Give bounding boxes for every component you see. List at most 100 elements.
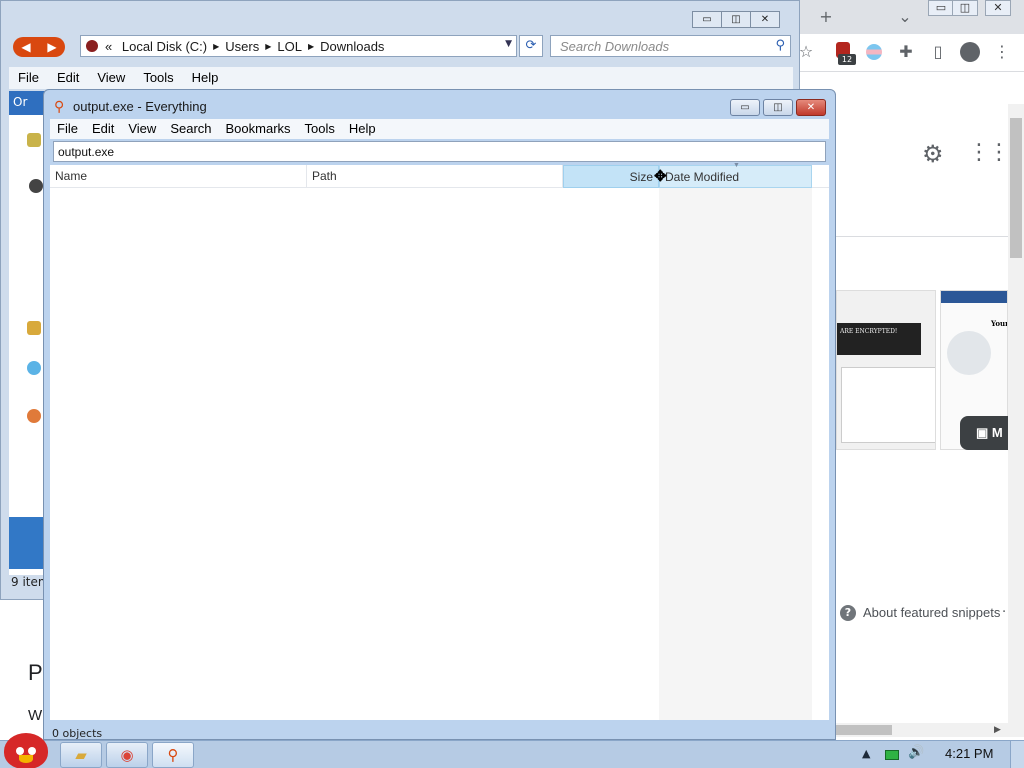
results-list[interactable]: Name Path Size Date Modified ▼ ✥: [50, 162, 829, 720]
volume-icon[interactable]: 🔊: [908, 745, 924, 760]
column-header-filler: [812, 165, 829, 188]
menu-bookmarks[interactable]: Bookmarks: [219, 119, 298, 138]
status-bar: 0 objects: [52, 727, 103, 740]
battery-icon[interactable]: [885, 750, 899, 760]
bird-eye: [28, 747, 36, 755]
thumbnail-heading: Your: [991, 319, 1008, 328]
sorted-column-shading: [659, 188, 812, 720]
breadcrumb-separator-icon[interactable]: ▶: [213, 42, 219, 51]
chrome-close-button[interactable]: ✕: [985, 0, 1011, 16]
everything-magnifier-icon: ⚲: [167, 746, 179, 764]
explorer-search-input[interactable]: Search Downloads ⚲: [550, 35, 791, 57]
breadcrumb-separator-icon[interactable]: ▶: [308, 42, 314, 51]
everything-magnifier-icon: ⚲: [54, 99, 65, 115]
maximize-button[interactable]: ◫: [763, 99, 793, 116]
menu-tools[interactable]: Tools: [134, 67, 182, 88]
results-scrollbar-gutter: [812, 188, 829, 720]
breadcrumb-separator-icon[interactable]: ▶: [265, 42, 271, 51]
clock[interactable]: 4:21 PM: [945, 746, 993, 761]
column-header-row: Name Path Size Date Modified ▼ ✥: [50, 162, 829, 188]
details-pane-thumbnail: [9, 517, 45, 569]
organize-button[interactable]: Or: [9, 91, 45, 115]
extensions-puzzle-icon[interactable]: ✚: [894, 41, 918, 63]
address-bar[interactable]: « Local Disk (C:) ▶ Users ▶ LOL ▶ Downloads ▼: [80, 35, 517, 57]
column-resize-cursor-icon: ✥: [654, 168, 667, 185]
more-images-button[interactable]: ▣ M: [960, 416, 1008, 450]
menu-file[interactable]: File: [50, 119, 85, 138]
folder-icon: [86, 40, 98, 52]
minimize-button[interactable]: ▭: [730, 99, 760, 116]
new-tab-button[interactable]: +: [814, 6, 838, 28]
close-button[interactable]: ✕: [796, 99, 826, 116]
search-placeholder: Search Downloads: [560, 39, 670, 54]
breadcrumb-item[interactable]: LOL: [277, 39, 302, 54]
show-hidden-icons-arrow-icon[interactable]: ▲: [862, 747, 870, 760]
image-result-thumbnail[interactable]: ARE ENCRYPTED!: [836, 290, 936, 450]
search-input[interactable]: output.exe: [53, 141, 826, 162]
menu-view[interactable]: View: [121, 119, 163, 138]
breadcrumb-overflow[interactable]: «: [105, 39, 112, 54]
favorites-star-icon[interactable]: [27, 133, 41, 147]
forward-arrow-icon[interactable]: ▶: [39, 37, 65, 57]
page-heading-fragment: P: [28, 660, 43, 685]
settings-gear-icon[interactable]: ⚙: [922, 140, 944, 168]
menu-view[interactable]: View: [88, 67, 134, 88]
navigation-pane: [9, 115, 45, 575]
about-featured-snippets-link[interactable]: About featured snippets: [863, 605, 1000, 620]
taskbar-explorer-button[interactable]: ▰: [60, 742, 102, 768]
search-value: output.exe: [58, 145, 115, 159]
network-icon[interactable]: [27, 361, 41, 375]
menu-file[interactable]: File: [9, 67, 48, 88]
chrome-minimize-button[interactable]: ▭: [928, 0, 954, 16]
thumbnail-titlebar: [941, 291, 1007, 303]
extension-flag-icon[interactable]: [866, 44, 882, 60]
bird-eye: [16, 747, 24, 755]
page-scrollbar[interactable]: [1008, 104, 1024, 724]
explorer-minimize-button[interactable]: ▭: [692, 11, 722, 28]
breadcrumb-item[interactable]: Local Disk (C:): [122, 39, 207, 54]
menu-help[interactable]: Help: [342, 119, 383, 138]
profile-avatar[interactable]: [960, 42, 980, 62]
window-title: output.exe - Everything: [73, 99, 207, 114]
taskbar: ▰ ◉ ⚲ ▲ 🔊 4:21 PM: [0, 733, 1024, 768]
everything-window: ⚲ output.exe - Everything ▭ ◫ ✕ File Edit…: [43, 89, 836, 740]
breadcrumb: « Local Disk (C:) ▶ Users ▶ LOL ▶ Downloads: [105, 39, 384, 54]
more-images-label: M: [991, 425, 1003, 440]
start-button-angry-bird-icon[interactable]: [4, 733, 48, 768]
menu-help[interactable]: Help: [183, 67, 228, 88]
explorer-close-button[interactable]: ✕: [750, 11, 780, 28]
breadcrumb-item[interactable]: Downloads: [320, 39, 384, 54]
chrome-menu-icon[interactable]: ⋮: [990, 41, 1014, 63]
flash-icon[interactable]: [27, 409, 41, 423]
back-forward-buttons: ◀ ▶: [13, 37, 65, 57]
disk-icon[interactable]: [29, 179, 43, 193]
horizontal-scrollbar-thumb[interactable]: [836, 725, 892, 735]
taskbar-chrome-button[interactable]: ◉: [106, 742, 148, 768]
extension-badge: 12: [838, 54, 856, 65]
search-icon[interactable]: ⚲: [775, 38, 785, 53]
refresh-button[interactable]: ⟳: [519, 35, 543, 57]
scrollbar-thumb[interactable]: [1010, 118, 1022, 258]
library-icon[interactable]: [27, 321, 41, 335]
divider: [836, 236, 1024, 237]
tab-search-button[interactable]: ⌄: [893, 6, 917, 28]
explorer-window-controls: ▭ ◫ ✕: [692, 11, 780, 28]
chrome-maximize-button[interactable]: ◫: [952, 0, 978, 16]
column-header-path[interactable]: Path: [307, 165, 563, 188]
menu-edit[interactable]: Edit: [85, 119, 121, 138]
help-icon[interactable]: ?: [840, 605, 856, 621]
menu-search[interactable]: Search: [163, 119, 218, 138]
ransom-note-preview: [841, 367, 935, 443]
breadcrumb-item[interactable]: Users: [225, 39, 259, 54]
show-desktop-button[interactable]: [1010, 741, 1024, 768]
menu-tools[interactable]: Tools: [298, 119, 342, 138]
back-arrow-icon[interactable]: ◀: [13, 37, 39, 57]
column-header-name[interactable]: Name: [50, 165, 307, 188]
taskbar-everything-button[interactable]: ⚲: [152, 742, 194, 768]
address-dropdown-icon[interactable]: ▼: [505, 39, 512, 49]
menu-edit[interactable]: Edit: [48, 67, 88, 88]
scroll-right-arrow-icon[interactable]: ▶: [994, 723, 1006, 737]
explorer-maximize-button[interactable]: ◫: [721, 11, 751, 28]
column-header-size[interactable]: Size: [563, 165, 659, 188]
side-panel-icon[interactable]: ▯: [926, 41, 950, 63]
